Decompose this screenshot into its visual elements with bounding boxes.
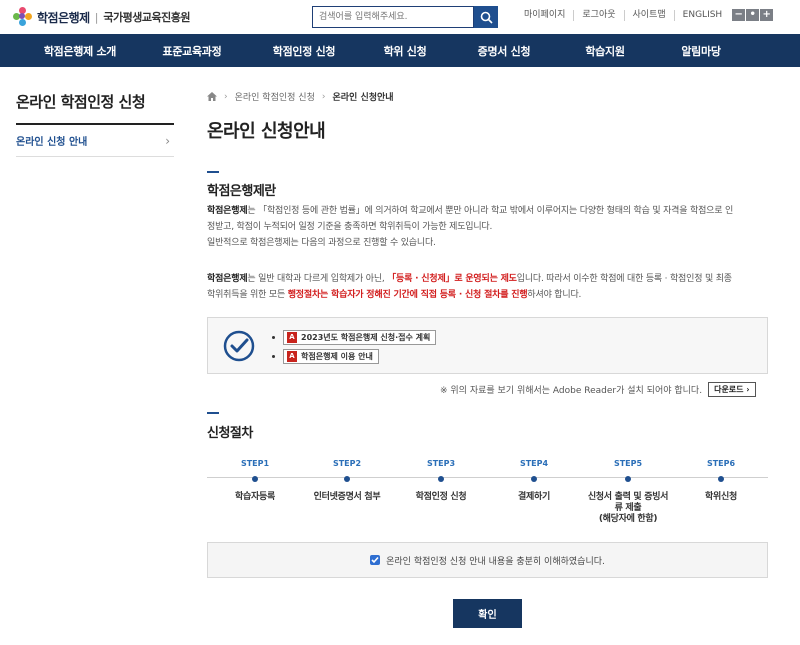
sidebar-item-label: 온라인 신청 안내: [16, 137, 88, 148]
zoom-reset-button[interactable]: •: [746, 9, 760, 21]
zoom-controls: − • +: [732, 9, 774, 21]
logo-org: 국가평생교육진흥원: [103, 11, 191, 24]
step-item: STEP3 학점인정 신청: [415, 459, 467, 502]
chevron-right-icon: ›: [165, 133, 170, 148]
list-item: A 2023년도 학점은행제 신청·접수 계획: [272, 329, 437, 345]
search-input[interactable]: [312, 6, 474, 28]
agree-label[interactable]: 온라인 학점인정 신청 안내 내용을 충분히 이해하였습니다.: [386, 554, 605, 567]
checkmark-icon: [371, 556, 379, 564]
nav-support[interactable]: 학습지원: [560, 34, 650, 67]
sidebar-item-online-guide[interactable]: 온라인 신청 안내 ›: [16, 125, 174, 157]
site-logo[interactable]: 학점은행제 | 국가평생교육진흥원: [12, 6, 191, 28]
nav-degree-apply[interactable]: 학위 신청: [360, 34, 450, 67]
page-title: 온라인 신청안내: [207, 121, 326, 142]
notice-paragraph: 학점은행제는 일반 대학과 다르게 입학제가 아닌, 「등록 · 신청제」로 운…: [207, 274, 732, 300]
step-item: STEP2 인터넷증명서 첨부: [313, 459, 381, 502]
agree-checkbox[interactable]: [370, 555, 381, 565]
top-bar: 학점은행제 | 국가평생교육진흥원 마이페이지 로그아웃 사이트맵 ENGLIS…: [0, 0, 800, 34]
zoom-out-button[interactable]: −: [732, 9, 746, 21]
check-circle-icon: [223, 330, 255, 362]
home-icon[interactable]: [207, 92, 217, 101]
agreement-box: 온라인 학점인정 신청 안내 내용을 충분히 이해하였습니다.: [207, 542, 768, 578]
adobe-notice: ※ 위의 자료를 보기 위해서는 Adobe Reader가 설치 되어야 합니…: [440, 382, 756, 397]
list-item: A 학점은행제 이용 안내: [272, 348, 436, 364]
search-icon: [480, 11, 493, 24]
section-title-about: 학점은행제란: [207, 184, 276, 199]
main-nav: 학점은행제 소개 표준교육과정 학점인정 신청 학위 신청 증명서 신청 학습지…: [0, 34, 800, 67]
search-box: [312, 6, 498, 28]
sidebar-title: 온라인 학점인정 신청: [16, 93, 146, 111]
breadcrumb-item[interactable]: 온라인 학점인정 신청: [235, 90, 315, 103]
section-accent-bar: [207, 171, 219, 173]
nav-credit-apply[interactable]: 학점인정 신청: [254, 34, 354, 67]
nav-intro[interactable]: 학점은행제 소개: [24, 34, 136, 67]
document-link-plan[interactable]: A 2023년도 학점은행제 신청·접수 계획: [283, 329, 437, 345]
search-button[interactable]: [474, 6, 498, 28]
download-button[interactable]: 다운로드 ›: [708, 382, 756, 397]
nav-curriculum[interactable]: 표준교육과정: [142, 34, 242, 67]
zoom-in-button[interactable]: +: [760, 9, 774, 21]
mypage-link[interactable]: 마이페이지: [516, 9, 575, 21]
nav-notice[interactable]: 알림마당: [656, 34, 746, 67]
documents-box: A 2023년도 학점은행제 신청·접수 계획 A 학점은행제 이용 안내: [207, 317, 768, 374]
step-item: STEP1 학습자등록: [235, 459, 275, 502]
pdf-icon: A: [287, 350, 297, 362]
nav-certificate[interactable]: 증명서 신청: [456, 34, 552, 67]
logo-name: 학점은행제: [37, 10, 90, 25]
breadcrumb: › 온라인 학점인정 신청 › 온라인 신청안내: [207, 90, 394, 103]
documents-list: A 2023년도 학점은행제 신청·접수 계획 A 학점은행제 이용 안내: [272, 329, 437, 367]
utility-links: 마이페이지 로그아웃 사이트맵 ENGLISH − • +: [516, 9, 774, 21]
section-accent-bar: [207, 412, 219, 414]
step-item: STEP6 학위신청: [705, 459, 737, 502]
intro-paragraph: 학점은행제는 「학점인정 등에 관한 법률」에 의거하여 학교에서 뿐만 아니라…: [207, 206, 734, 248]
confirm-button[interactable]: 확인: [453, 599, 522, 628]
breadcrumb-current: 온라인 신청안내: [332, 93, 394, 103]
logo-flower-icon: [12, 7, 32, 27]
english-link[interactable]: ENGLISH: [675, 10, 731, 21]
sitemap-link[interactable]: 사이트맵: [625, 9, 675, 21]
step-item: STEP5 신청서 출력 및 증빙서 류 제출 (해당자에 한함): [587, 459, 669, 524]
logout-link[interactable]: 로그아웃: [574, 9, 625, 21]
document-link-guide[interactable]: A 학점은행제 이용 안내: [283, 348, 379, 364]
section-title-procedure: 신청절차: [207, 426, 253, 441]
pdf-icon: A: [287, 331, 297, 343]
step-item: STEP4 결제하기: [518, 459, 550, 502]
